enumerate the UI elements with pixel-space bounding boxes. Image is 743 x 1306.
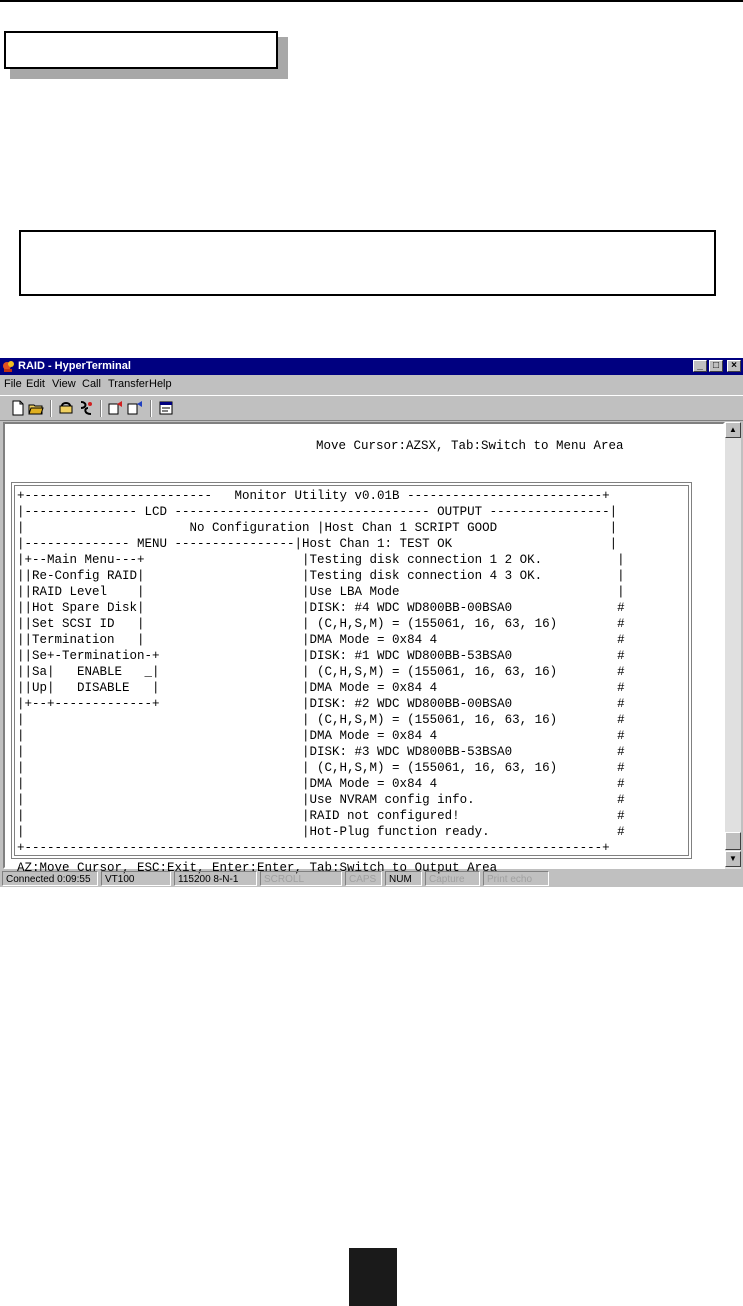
properties-icon[interactable] bbox=[158, 400, 174, 416]
receive-icon[interactable] bbox=[127, 400, 143, 416]
console-line: |--------------- LCD -------------------… bbox=[17, 505, 618, 519]
console-line: ||Hot Spare Disk| |DISK: #4 WDC WD800BB-… bbox=[17, 601, 625, 615]
console-line: ||Up| DISABLE | |DMA Mode = 0x84 4 # bbox=[17, 681, 625, 695]
console-line: | No Configuration |Host Chan 1 SCRIPT G… bbox=[17, 521, 618, 535]
console-line: ||Se+-Termination-+ |DISK: #1 WDC WD800B… bbox=[17, 649, 625, 663]
status-print-echo: Print echo bbox=[483, 871, 549, 886]
menu-edit[interactable]: Edit bbox=[26, 375, 45, 393]
status-port: 115200 8-N-1 bbox=[174, 871, 257, 886]
send-icon[interactable] bbox=[108, 400, 124, 416]
toolbar-separator bbox=[150, 400, 152, 417]
console-line: | | (C,H,S,M) = (155061, 16, 63, 16) # bbox=[17, 761, 625, 775]
minimize-button[interactable]: _ bbox=[693, 360, 707, 372]
page-number-block bbox=[349, 1248, 397, 1306]
console-line: +------------------------- Monitor Utili… bbox=[17, 489, 610, 503]
hyperterminal-window: RAID - HyperTerminal _ □ × File Edit Vie… bbox=[0, 358, 743, 887]
console-line: | |DMA Mode = 0x84 4 # bbox=[17, 777, 625, 791]
console-line: | |DMA Mode = 0x84 4 # bbox=[17, 729, 625, 743]
menu-file[interactable]: File bbox=[4, 375, 22, 393]
disconnect-icon[interactable] bbox=[78, 400, 94, 416]
maximize-button[interactable]: □ bbox=[709, 360, 723, 372]
toolbar bbox=[0, 395, 743, 421]
console-line: | |RAID not configured! # bbox=[17, 809, 625, 823]
menu-bar: File Edit View Call Transfer Help bbox=[0, 375, 743, 393]
console-line: ||Termination | |DMA Mode = 0x84 4 # bbox=[17, 633, 625, 647]
status-capture: Capture bbox=[425, 871, 480, 886]
status-num: NUM bbox=[385, 871, 422, 886]
console-line: |+--+-------------+ |DISK: #2 WDC WD800B… bbox=[17, 697, 625, 711]
terminal-hint: Move Cursor:AZSX, Tab:Switch to Menu Are… bbox=[316, 439, 624, 453]
window-title: RAID - HyperTerminal bbox=[18, 360, 131, 372]
console-line: | |DISK: #3 WDC WD800BB-53BSA0 # bbox=[17, 745, 625, 759]
connect-icon[interactable] bbox=[58, 400, 74, 416]
scroll-down-icon[interactable]: ▼ bbox=[725, 851, 741, 867]
console-line: |-------------- MENU ----------------|Ho… bbox=[17, 537, 618, 551]
console-line: | |Hot-Plug function ready. # bbox=[17, 825, 625, 839]
status-caps: CAPS bbox=[345, 871, 382, 886]
status-bar: Connected 0:09:55 VT100 115200 8-N-1 SCR… bbox=[0, 870, 743, 887]
hyperterminal-icon bbox=[3, 361, 14, 372]
open-icon[interactable] bbox=[28, 400, 44, 416]
close-button[interactable]: × bbox=[727, 360, 741, 372]
scroll-thumb[interactable] bbox=[725, 832, 741, 850]
menu-help[interactable]: Help bbox=[149, 375, 172, 393]
status-connected: Connected 0:09:55 bbox=[2, 871, 98, 886]
console-line: |+--Main Menu---+ |Testing disk connecti… bbox=[17, 553, 625, 567]
status-emulation: VT100 bbox=[101, 871, 171, 886]
console-line: | | (C,H,S,M) = (155061, 16, 63, 16) # bbox=[17, 713, 625, 727]
console-line: ||Re-Config RAID| |Testing disk connecti… bbox=[17, 569, 625, 583]
console-line: ||Sa| ENABLE _| | (C,H,S,M) = (155061, 1… bbox=[17, 665, 625, 679]
note-box bbox=[19, 230, 716, 296]
title-bar: RAID - HyperTerminal _ □ × bbox=[0, 358, 743, 375]
console-line: ||RAID Level | |Use LBA Mode | bbox=[17, 585, 625, 599]
menu-call[interactable]: Call bbox=[82, 375, 101, 393]
menu-view[interactable]: View bbox=[52, 375, 76, 393]
menu-transfer[interactable]: Transfer bbox=[108, 375, 149, 393]
console-line: +---------------------------------------… bbox=[17, 841, 610, 855]
vertical-scrollbar[interactable]: ▲ ▼ bbox=[725, 422, 741, 869]
console-line: ||Set SCSI ID | | (C,H,S,M) = (155061, 1… bbox=[17, 617, 625, 631]
title-box bbox=[4, 31, 278, 69]
status-scroll: SCROLL bbox=[260, 871, 342, 886]
console-line: | |Use NVRAM config info. # bbox=[17, 793, 625, 807]
top-rule bbox=[0, 0, 743, 2]
toolbar-separator bbox=[100, 400, 102, 417]
scroll-up-icon[interactable]: ▲ bbox=[725, 422, 741, 438]
new-icon[interactable] bbox=[10, 400, 26, 416]
toolbar-separator bbox=[50, 400, 52, 417]
